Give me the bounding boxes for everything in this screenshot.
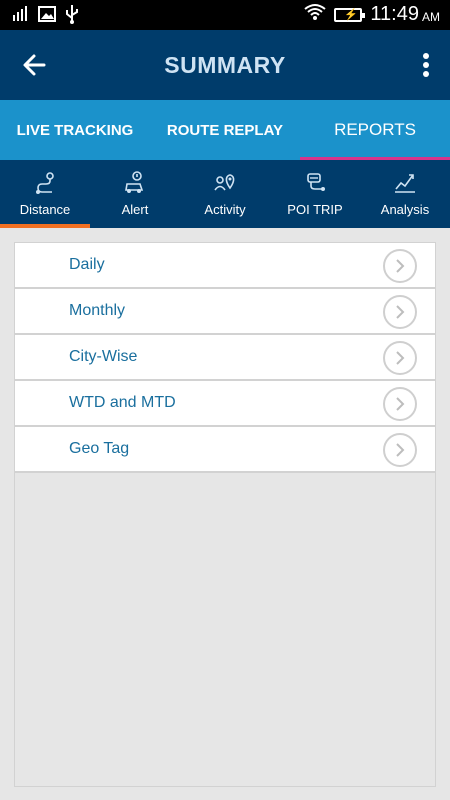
tab-label: LIVE TRACKING: [16, 121, 134, 139]
tab-live-tracking[interactable]: LIVE TRACKING: [0, 100, 150, 160]
list-item-wtd-mtd[interactable]: WTD and MTD: [15, 381, 435, 427]
page-title: SUMMARY: [164, 52, 286, 78]
tab-label: REPORTS: [334, 120, 416, 139]
image-icon: [38, 6, 56, 25]
usb-icon: [64, 4, 80, 27]
route-icon: [36, 172, 54, 194]
tab-label: ROUTE REPLAY: [166, 121, 284, 139]
subtab-label: Alert: [121, 202, 149, 217]
chevron-right-icon[interactable]: [383, 249, 417, 283]
list-item-label: City-Wise: [69, 348, 138, 365]
reports-list: Daily Monthly City-Wise WTD and MTD Geo …: [14, 242, 436, 787]
status-ampm: AM: [422, 9, 440, 24]
signal-icon: [12, 5, 30, 26]
battery-icon: ⚡: [334, 7, 366, 22]
users-location-icon: [214, 174, 235, 191]
app-bar: SUMMARY: [0, 30, 450, 100]
chevron-right-icon[interactable]: [383, 341, 417, 375]
list-item-label: Daily: [69, 256, 105, 273]
sub-tabs: Distance Alert Activity POI TRIP Analysi…: [0, 160, 450, 228]
car-alert-icon: [125, 171, 144, 193]
status-right-icons: ⚡ 11:49 AM: [304, 3, 440, 26]
status-bar: ⚡ 11:49 AM: [0, 0, 450, 30]
top-tabs: LIVE TRACKING ROUTE REPLAY REPORTS: [0, 100, 450, 160]
subtab-distance[interactable]: Distance: [0, 160, 90, 228]
more-vert-icon: [423, 53, 429, 77]
poi-trip-icon: [307, 173, 325, 191]
subtab-alert[interactable]: Alert: [90, 160, 180, 228]
list-item-label: Geo Tag: [69, 440, 130, 457]
tab-reports[interactable]: REPORTS: [300, 100, 450, 160]
subtab-activity[interactable]: Activity: [180, 160, 270, 228]
chevron-right-icon[interactable]: [383, 433, 417, 467]
more-options-button[interactable]: [420, 50, 432, 80]
list-item-geo-tag[interactable]: Geo Tag: [15, 427, 435, 473]
subtab-label: Distance: [19, 202, 71, 217]
chevron-right-icon[interactable]: [383, 295, 417, 329]
subtab-analysis[interactable]: Analysis: [360, 160, 450, 228]
subtab-label: POI TRIP: [287, 202, 343, 217]
subtab-label: Analysis: [380, 202, 430, 217]
tab-route-replay[interactable]: ROUTE REPLAY: [150, 100, 300, 160]
subtab-label: Activity: [204, 202, 246, 217]
chart-line-icon: [395, 174, 415, 193]
wifi-icon: [304, 3, 327, 26]
list-item-label: WTD and MTD: [69, 394, 176, 411]
list-item-monthly[interactable]: Monthly: [15, 289, 435, 335]
list-item-label: Monthly: [69, 302, 126, 319]
chevron-right-icon[interactable]: [383, 387, 417, 421]
list-item-daily[interactable]: Daily: [15, 243, 435, 289]
list-item-city-wise[interactable]: City-Wise: [15, 335, 435, 381]
status-left-icons: [12, 4, 80, 27]
subtab-poi-trip[interactable]: POI TRIP: [270, 160, 360, 228]
status-time: 11:49: [370, 3, 419, 25]
